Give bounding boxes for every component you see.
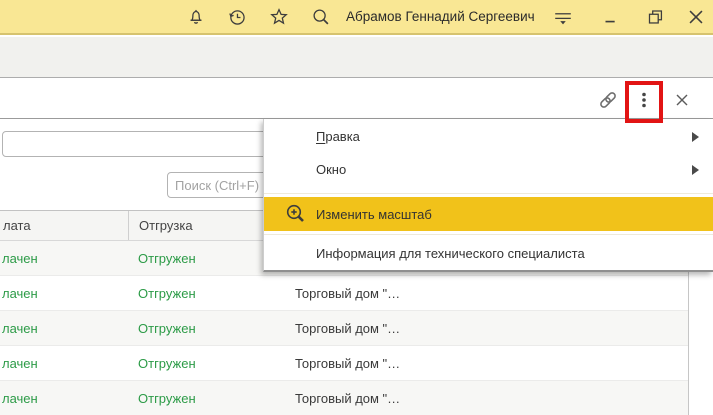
- column-header-shipment[interactable]: Отгрузка: [128, 211, 285, 240]
- toolbar-strip: [0, 37, 713, 78]
- table-row[interactable]: лачен Отгружен Торговый дом "…: [0, 381, 688, 415]
- link-icon[interactable]: [596, 88, 620, 112]
- menu-item-window-label: Окно: [316, 162, 347, 177]
- shipment-status: Отгружен: [138, 320, 196, 336]
- menu-item-edit-hotkey: П: [316, 129, 326, 144]
- menu-item-tech-info-label: Информация для технического специалиста: [316, 245, 585, 261]
- column-header-payment[interactable]: лата: [0, 211, 128, 240]
- submenu-arrow-icon: [692, 131, 699, 142]
- kebab-menu-icon[interactable]: [632, 88, 656, 112]
- shipment-status: Отгружен: [138, 355, 196, 371]
- restore-icon[interactable]: [644, 6, 666, 28]
- customer-cell: Торговый дом "…: [295, 390, 401, 406]
- service-menu-icon[interactable]: [552, 6, 574, 28]
- menu-separator: [264, 234, 713, 235]
- close-form-icon[interactable]: [672, 90, 692, 110]
- shipment-status: Отгружен: [138, 250, 196, 266]
- menu-item-tech-info[interactable]: Информация для технического специалиста: [264, 236, 713, 270]
- menu-item-edit-label: равка: [325, 129, 360, 144]
- payment-status: лачен: [2, 390, 38, 406]
- form-header: [0, 79, 713, 119]
- favorites-icon[interactable]: [268, 6, 290, 28]
- context-menu: Правка Окно Изменить масштаб Информация …: [263, 119, 713, 272]
- shipment-status: Отгружен: [138, 285, 196, 301]
- app-window: Абрамов Геннадий Сергеевич Поиск (Ctrl+F…: [0, 0, 713, 415]
- menu-item-edit[interactable]: Правка: [264, 120, 713, 153]
- table-row[interactable]: лачен Отгружен Торговый дом "…: [0, 311, 688, 346]
- menu-item-change-zoom-label: Изменить масштаб: [316, 206, 432, 222]
- payment-status: лачен: [2, 285, 38, 301]
- menu-item-change-zoom[interactable]: Изменить масштаб: [264, 197, 713, 231]
- minimize-icon[interactable]: [600, 6, 622, 28]
- table-row[interactable]: лачен Отгружен Торговый дом "…: [0, 346, 688, 381]
- menu-item-window[interactable]: Окно: [264, 153, 713, 186]
- shipment-status: Отгружен: [138, 390, 196, 406]
- current-user-name[interactable]: Абрамов Геннадий Сергеевич: [346, 0, 535, 33]
- menu-separator: [264, 193, 713, 194]
- payment-status: лачен: [2, 250, 38, 266]
- customer-cell: Торговый дом "…: [295, 285, 401, 301]
- notifications-icon[interactable]: [185, 6, 207, 28]
- table-row[interactable]: лачен Отгружен Торговый дом "…: [0, 276, 688, 311]
- submenu-arrow-icon: [692, 164, 699, 175]
- payment-status: лачен: [2, 320, 38, 336]
- zoom-in-icon: [284, 202, 308, 226]
- customer-cell: Торговый дом "…: [295, 320, 401, 336]
- search-icon[interactable]: [310, 6, 332, 28]
- title-bar: Абрамов Геннадий Сергеевич: [0, 0, 713, 35]
- payment-status: лачен: [2, 355, 38, 371]
- close-icon[interactable]: [685, 6, 707, 28]
- customer-cell: Торговый дом "…: [295, 355, 401, 371]
- history-icon[interactable]: [226, 6, 248, 28]
